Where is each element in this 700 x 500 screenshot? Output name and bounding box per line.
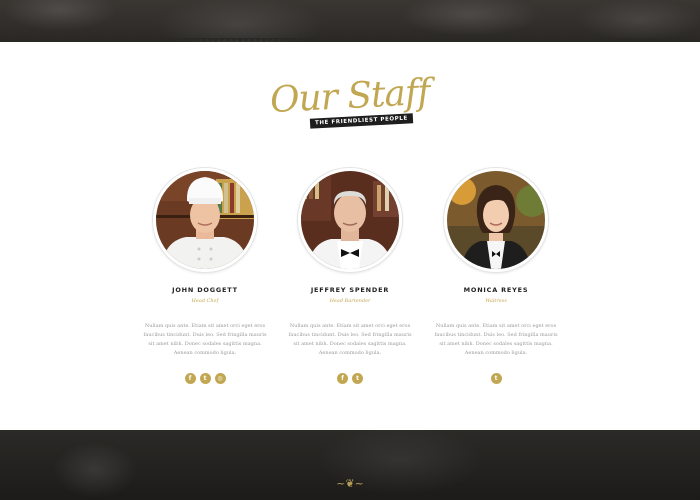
staff-bio: Nullam quis ante. Etiam sit amet orci eg…: [288, 323, 412, 356]
instagram-icon[interactable]: ◎: [214, 373, 226, 384]
staff-name: JEFFREY SPENDER: [310, 286, 390, 294]
staff-bio: Nullam quis ante. Etiam sit amet orci eg…: [143, 323, 267, 356]
facebook-icon[interactable]: f: [184, 373, 196, 384]
twitter-icon[interactable]: t: [352, 373, 363, 384]
staff-bio: Nullam quis ante. Etiam sit amet orci eg…: [434, 323, 558, 356]
ornament-icon: ~❦~: [336, 477, 364, 490]
top-zigzag-divider: [0, 38, 700, 44]
twitter-icon[interactable]: t: [490, 373, 502, 384]
social-links: t: [426, 373, 566, 384]
staff-photo: [298, 168, 402, 272]
staff-card: JOHN DOGGETT Head Chef Nullam quis ante.…: [135, 168, 275, 384]
social-links: f t: [280, 373, 420, 384]
twitter-icon[interactable]: t: [199, 373, 211, 384]
header-background-photo: [0, 0, 700, 42]
staff-role: Waitress: [485, 298, 507, 304]
section-heading: Our Staff THE FRIENDLIEST PEOPLE: [0, 72, 700, 129]
staff-role: Head Chef: [191, 298, 219, 304]
facebook-icon[interactable]: f: [337, 373, 348, 384]
staff-name: MONICA REYES: [463, 286, 529, 294]
staff-role: Head Bartender: [329, 298, 371, 304]
staff-name: JOHN DOGGETT: [172, 286, 238, 294]
staff-card: JEFFREY SPENDER Head Bartender Nullam qu…: [280, 168, 420, 384]
staff-photo: [444, 168, 548, 272]
staff-card: MONICA REYES Waitress Nullam quis ante. …: [426, 168, 566, 384]
staff-photo: [153, 168, 257, 272]
social-links: f t ◎: [135, 373, 275, 384]
